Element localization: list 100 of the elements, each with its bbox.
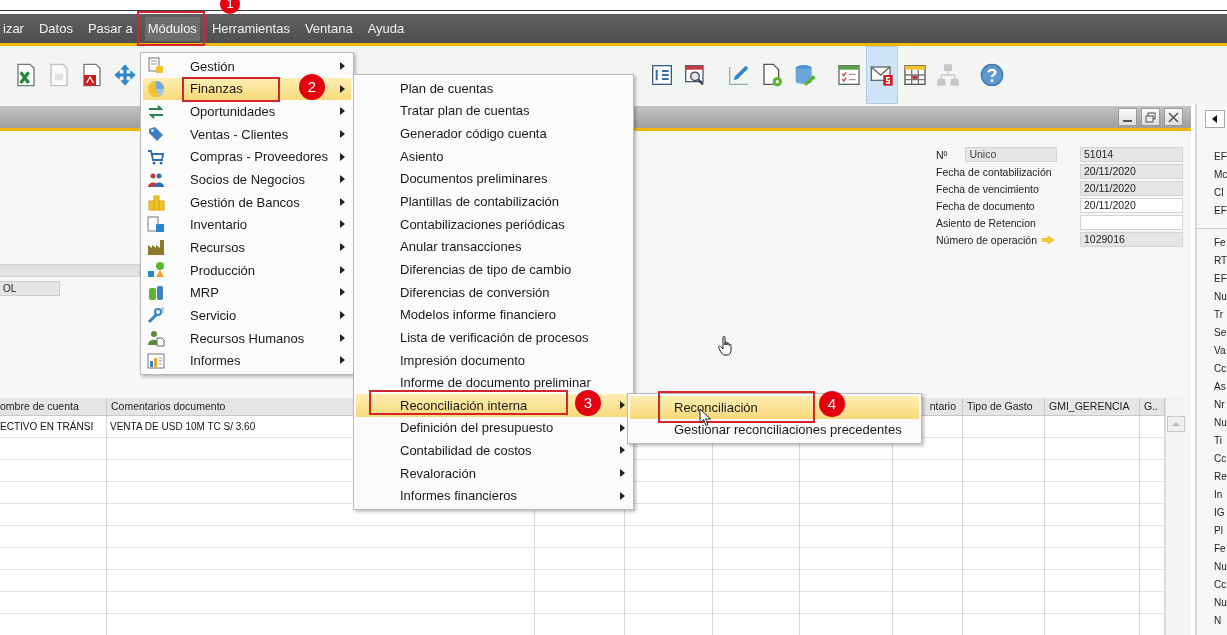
submenu-arrow-icon [340, 152, 345, 161]
report-icon [650, 63, 674, 87]
menu-item[interactable]: Ventas - Clientes [143, 122, 351, 146]
document-icon [47, 63, 71, 87]
highlight-frame [137, 11, 205, 46]
menu-item-label: Recursos Humanos [190, 330, 305, 346]
menu-item[interactable]: Anular transacciones [356, 235, 631, 259]
menu-item-label: Gestión [190, 58, 235, 74]
menu-item[interactable]: Revaloración [356, 461, 631, 485]
menu-item[interactable]: Impresión documento [356, 348, 631, 372]
pencil-icon [727, 63, 751, 87]
menu-item[interactable]: Lista de verificación de procesos [356, 326, 631, 349]
menu-item[interactable]: Contabilizaciones periódicas [356, 212, 631, 236]
minimize-icon [1123, 120, 1132, 122]
submenu-arrow-icon [620, 400, 625, 409]
field-label: Fecha de vencimiento [936, 182, 1039, 195]
menu-item[interactable]: Compras - Proveedores [143, 145, 351, 169]
menu-item-label: Ventas - Clientes [190, 126, 289, 142]
menu-item[interactable]: Servicio [143, 304, 351, 327]
submenu-arrow-icon [620, 468, 625, 477]
menu-item-label: Informes [190, 353, 241, 369]
document-icon [147, 57, 165, 76]
menu-item[interactable]: Socios de Negocios [143, 168, 351, 191]
menu-item-label: Contabilizaciones periódicas [400, 216, 565, 232]
close-icon [1168, 111, 1179, 123]
menu-item[interactable]: Asiento [356, 144, 631, 168]
menu-bar-item[interactable]: Herramientas [208, 16, 293, 41]
menu-item[interactable]: Documentos preliminares [356, 167, 631, 191]
close-button[interactable] [1164, 108, 1183, 126]
submenu-arrow-icon [340, 220, 345, 229]
restore-button[interactable] [1141, 108, 1160, 126]
menu-item[interactable]: Diferencias de tipo de cambio [356, 258, 631, 281]
menu-item-label: Impresión documento [400, 352, 525, 368]
menu-item-label: Gestión de Bancos [190, 194, 300, 210]
input-field[interactable]: OL [0, 281, 60, 296]
tag-icon [147, 125, 165, 144]
field-label: EF [1214, 150, 1227, 164]
field-label: Ti [1214, 434, 1223, 448]
menu-item-label: Contabilidad de costos [400, 443, 532, 459]
document-gear-icon [760, 63, 784, 87]
menu-bar-item[interactable]: Ayuda [364, 16, 408, 41]
column-header[interactable]: Tipo de Gasto [963, 398, 1045, 416]
field-label: Va [1214, 344, 1227, 358]
field-label: In [1214, 488, 1224, 502]
field-label: Tr [1214, 308, 1225, 322]
field-label: Cc [1214, 578, 1227, 592]
table-cell [893, 460, 963, 482]
wrench-icon [147, 306, 165, 325]
vertical-scrollbar[interactable] [1165, 398, 1185, 635]
menu-item[interactable]: Diferencias de conversión [356, 280, 631, 304]
menu-item[interactable]: Oportunidades [143, 100, 351, 123]
column-header[interactable]: GMI_GERENCIA [1045, 398, 1140, 416]
person-document-icon [147, 329, 165, 347]
menu-bar-item[interactable]: Ventana [301, 16, 356, 41]
menu-item[interactable]: MRP [143, 281, 351, 305]
toolbar-button[interactable] [866, 46, 898, 104]
menu-item[interactable]: Inventario [143, 213, 351, 237]
menu-item[interactable]: Generador código cuenta [356, 122, 631, 145]
menu-item-label: Producción [190, 262, 256, 278]
collapse-button[interactable] [1205, 110, 1225, 128]
menu-item[interactable]: Recursos Humanos [143, 326, 351, 350]
menu-item[interactable]: Recursos [143, 236, 351, 259]
menu-bar-item[interactable]: Pasar a [84, 16, 136, 41]
field-label: Fecha de documento [936, 199, 1035, 212]
menu-item[interactable]: Contabilidad de costos [356, 439, 631, 462]
menu-item[interactable]: Producción [143, 258, 351, 282]
calendar-grid-icon [903, 63, 927, 87]
field-label: Fe [1214, 542, 1227, 556]
menu-item[interactable]: Tratar plan de cuentas [356, 99, 631, 123]
minimize-button[interactable] [1118, 108, 1137, 126]
menu-item[interactable]: Informes [143, 349, 351, 372]
menu-bar-item[interactable]: izar [0, 16, 27, 41]
table-cell [893, 482, 963, 504]
table-cell [893, 592, 963, 614]
submenu-arrow-icon [620, 491, 625, 500]
menu-item[interactable]: Gestionar reconciliaciones precedentes [630, 418, 919, 442]
menu-item[interactable]: Modelos informe financiero [356, 303, 631, 327]
menu-item-label: Tratar plan de cuentas [400, 103, 530, 119]
input-field[interactable]: 20/11/2020 [1080, 198, 1183, 213]
arrows-icon [147, 102, 165, 121]
menu-item[interactable]: Plan de cuentas [356, 77, 631, 100]
menu-item[interactable]: Gestión de Bancos [143, 190, 351, 214]
hierarchy-icon [936, 63, 960, 87]
menu-bar-item[interactable]: Datos [35, 16, 76, 41]
menu-item-label: Diferencias de tipo de cambio [400, 261, 572, 277]
menu-item-label: Socios de Negocios [190, 172, 305, 187]
field-label: RT [1214, 254, 1227, 268]
column-header[interactable]: ombre de cuenta [0, 398, 107, 416]
menu-item[interactable]: Informes financieros [356, 484, 631, 508]
submenu-arrow-icon [340, 197, 345, 206]
menu-item[interactable]: Plantillas de contabilización [356, 190, 631, 213]
field-label: Nu [1214, 596, 1227, 610]
submenu-arrow-icon [340, 129, 345, 138]
menu-item-label: Generador código cuenta [400, 126, 547, 142]
submenu-arrow-icon [340, 243, 345, 252]
menu-bar-item[interactable]: Módulos [144, 16, 200, 41]
submenu-arrow-icon [620, 423, 625, 432]
input-field[interactable] [1080, 215, 1183, 230]
column-header[interactable]: G.. [1140, 398, 1165, 416]
submenu-arrow-icon [340, 265, 345, 274]
